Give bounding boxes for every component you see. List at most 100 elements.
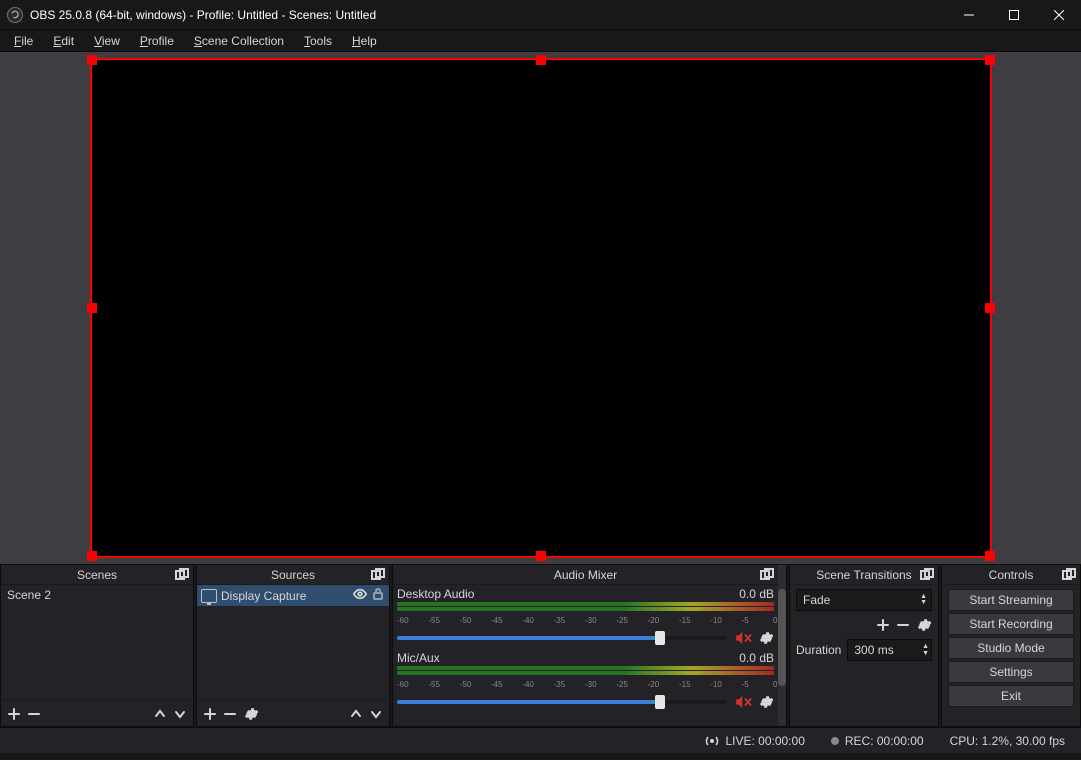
- transition-properties-button[interactable]: [916, 617, 932, 633]
- status-live-text: LIVE: 00:00:00: [725, 734, 804, 748]
- audio-mixer-dock: Audio Mixer Desktop Audio 0.0 dB -6: [392, 564, 787, 727]
- menu-scene-collection[interactable]: Scene Collection: [184, 32, 294, 50]
- settings-button[interactable]: Settings: [948, 661, 1074, 683]
- add-transition-button[interactable]: [876, 617, 890, 633]
- selection-handle-n[interactable]: [536, 55, 546, 65]
- selection-handle-e[interactable]: [985, 303, 995, 313]
- selection-handle-s[interactable]: [536, 551, 546, 561]
- mixer-channel: Desktop Audio 0.0 dB -60-55-50-45-40-35-…: [397, 587, 774, 647]
- mixer-channel: Mic/Aux 0.0 dB -60-55-50-45-40-35-30-25-…: [397, 651, 774, 711]
- status-rec-text: REC: 00:00:00: [845, 734, 924, 748]
- volume-thumb[interactable]: [655, 631, 665, 645]
- remove-scene-button[interactable]: [27, 707, 41, 721]
- menu-help[interactable]: Help: [342, 32, 387, 50]
- vu-meter: [397, 666, 774, 680]
- transitions-title: Scene Transitions: [816, 568, 911, 582]
- mixer-body: Desktop Audio 0.0 dB -60-55-50-45-40-35-…: [393, 585, 778, 726]
- minimize-button[interactable]: [946, 0, 991, 29]
- add-source-button[interactable]: [203, 707, 217, 721]
- transition-select[interactable]: Fade ▲▼: [796, 589, 932, 611]
- select-updown-icon: ▲▼: [920, 594, 927, 606]
- move-scene-down-button[interactable]: [173, 707, 187, 721]
- mixer-scrollbar[interactable]: [778, 565, 786, 726]
- mixer-popout-icon[interactable]: [760, 568, 774, 585]
- menubar: File Edit View Profile Scene Collection …: [0, 30, 1081, 52]
- controls-popout-icon[interactable]: [1062, 568, 1076, 585]
- scene-list-item[interactable]: Scene 2: [1, 585, 193, 605]
- menu-file[interactable]: File: [4, 32, 43, 50]
- selection-handle-w[interactable]: [87, 303, 97, 313]
- duration-spinbox[interactable]: 300 ms ▲▼: [847, 639, 932, 661]
- move-source-down-button[interactable]: [369, 707, 383, 721]
- move-source-up-button[interactable]: [349, 707, 363, 721]
- selection-outline: [90, 58, 992, 558]
- controls-dock: Controls Start Streaming Start Recording…: [941, 564, 1081, 727]
- menu-edit[interactable]: Edit: [43, 32, 84, 50]
- controls-title: Controls: [989, 568, 1034, 582]
- transitions-popout-icon[interactable]: [920, 568, 934, 585]
- scenes-header: Scenes: [1, 565, 193, 585]
- sources-title: Sources: [271, 568, 315, 582]
- preview-canvas[interactable]: [90, 58, 992, 558]
- volume-slider[interactable]: [397, 636, 726, 640]
- volume-thumb[interactable]: [655, 695, 665, 709]
- close-button[interactable]: [1036, 0, 1081, 29]
- remove-transition-button[interactable]: [896, 617, 910, 633]
- channel-name: Desktop Audio: [397, 587, 474, 601]
- maximize-button[interactable]: [991, 0, 1036, 29]
- start-recording-button[interactable]: Start Recording: [948, 613, 1074, 635]
- scenes-list[interactable]: Scene 2: [1, 585, 193, 700]
- status-live: LIVE: 00:00:00: [705, 734, 804, 748]
- sources-dock: Sources Display Capture: [196, 564, 390, 727]
- display-capture-icon: [201, 589, 217, 603]
- duration-label: Duration: [796, 643, 841, 657]
- transitions-header: Scene Transitions: [790, 565, 938, 585]
- studio-mode-button[interactable]: Studio Mode: [948, 637, 1074, 659]
- menu-profile[interactable]: Profile: [130, 32, 184, 50]
- channel-settings-button[interactable]: [758, 694, 774, 710]
- record-dot-icon: [831, 737, 839, 745]
- transitions-dock: Scene Transitions Fade ▲▼ Duration 300 m…: [789, 564, 939, 727]
- sources-popout-icon[interactable]: [371, 568, 385, 585]
- scenes-dock: Scenes Scene 2: [0, 564, 194, 727]
- scenes-popout-icon[interactable]: [175, 568, 189, 585]
- selection-handle-se[interactable]: [985, 551, 995, 561]
- status-rec: REC: 00:00:00: [831, 734, 924, 748]
- selection-handle-nw[interactable]: [87, 55, 97, 65]
- selection-handle-sw[interactable]: [87, 551, 97, 561]
- source-lock-toggle[interactable]: [371, 587, 385, 604]
- app-logo-icon: [6, 6, 24, 24]
- move-scene-up-button[interactable]: [153, 707, 167, 721]
- volume-slider[interactable]: [397, 700, 726, 704]
- docks-row: Scenes Scene 2 Sources Display Ca: [0, 564, 1081, 727]
- transition-selected: Fade: [803, 593, 830, 607]
- mixer-header: Audio Mixer: [393, 565, 778, 585]
- vu-ticks: -60-55-50-45-40-35-30-25-20-15-10-50: [397, 680, 774, 689]
- scenes-toolbar: [1, 700, 193, 726]
- window-controls: [946, 0, 1081, 29]
- selection-handle-ne[interactable]: [985, 55, 995, 65]
- preview-area[interactable]: [0, 52, 1081, 564]
- titlebar: OBS 25.0.8 (64-bit, windows) - Profile: …: [0, 0, 1081, 30]
- mute-button[interactable]: [734, 695, 754, 709]
- add-scene-button[interactable]: [7, 707, 21, 721]
- remove-source-button[interactable]: [223, 707, 237, 721]
- sources-list[interactable]: Display Capture: [197, 585, 389, 700]
- menu-view[interactable]: View: [84, 32, 130, 50]
- spinbox-arrows-icon[interactable]: ▲▼: [922, 643, 929, 657]
- sources-toolbar: [197, 700, 389, 726]
- source-name: Display Capture: [221, 589, 306, 603]
- source-list-item[interactable]: Display Capture: [197, 585, 389, 606]
- channel-name: Mic/Aux: [397, 651, 440, 665]
- channel-settings-button[interactable]: [758, 630, 774, 646]
- vu-meter: [397, 602, 774, 616]
- statusbar: LIVE: 00:00:00 REC: 00:00:00 CPU: 1.2%, …: [0, 727, 1081, 753]
- mute-button[interactable]: [734, 631, 754, 645]
- start-streaming-button[interactable]: Start Streaming: [948, 589, 1074, 611]
- source-visibility-toggle[interactable]: [353, 587, 367, 604]
- sources-header: Sources: [197, 565, 389, 585]
- source-properties-button[interactable]: [243, 706, 259, 722]
- menu-tools[interactable]: Tools: [294, 32, 342, 50]
- controls-header: Controls: [942, 565, 1080, 585]
- exit-button[interactable]: Exit: [948, 685, 1074, 707]
